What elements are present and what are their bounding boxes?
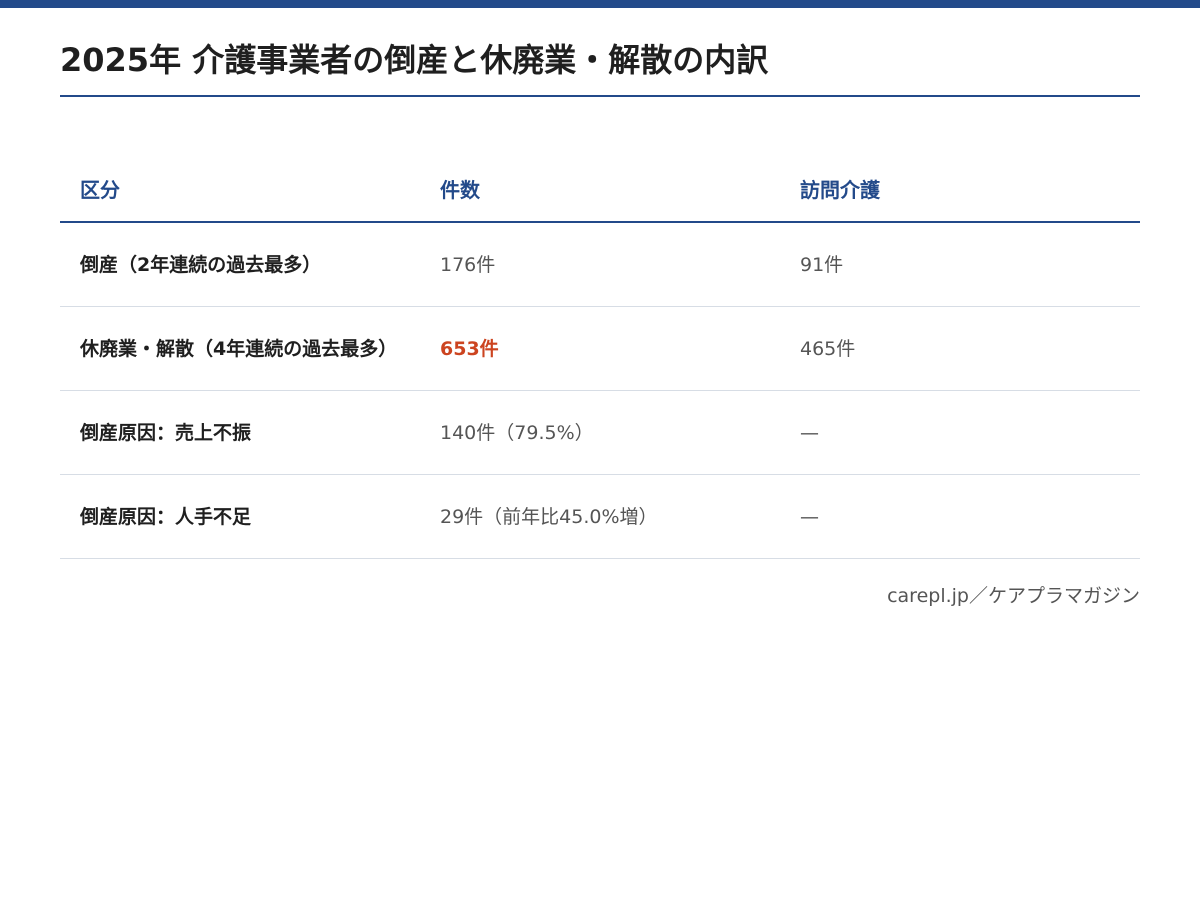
top-accent-bar (0, 0, 1200, 8)
table-header-row: 区分 件数 訪問介護 (60, 155, 1140, 223)
table-row: 倒産原因：人手不足 29件（前年比45.0%増） — (60, 474, 1140, 559)
page-title: 2025年 介護事業者の倒産と休廃業・解散の内訳 (60, 8, 1140, 97)
breakdown-table: 区分 件数 訪問介護 倒産（2年連続の過去最多） 176件 91件 休廃業・解散… (60, 155, 1140, 559)
table-row: 倒産原因：売上不振 140件（79.5%） — (60, 390, 1140, 475)
row-home-care: 465件 (780, 306, 1140, 391)
row-label: 倒産原因：売上不振 (60, 390, 420, 475)
row-count: 140件（79.5%） (420, 390, 780, 475)
row-home-care: — (780, 474, 1140, 559)
column-header-count: 件数 (420, 155, 780, 223)
row-label: 倒産原因：人手不足 (60, 474, 420, 559)
row-home-care: — (780, 390, 1140, 475)
row-count-highlighted: 653件 (420, 306, 780, 391)
table-row: 倒産（2年連続の過去最多） 176件 91件 (60, 222, 1140, 307)
row-home-care: 91件 (780, 222, 1140, 307)
table-row: 休廃業・解散（4年連続の過去最多） 653件 465件 (60, 306, 1140, 391)
row-label: 休廃業・解散（4年連続の過去最多） (60, 306, 420, 391)
row-count: 176件 (420, 222, 780, 307)
source-credit: carepl.jp／ケアプラマガジン (887, 585, 1140, 607)
content: 2025年 介護事業者の倒産と休廃業・解散の内訳 区分 件数 訪問介護 倒産（2… (60, 8, 1140, 608)
column-header-category: 区分 (60, 155, 420, 223)
row-count: 29件（前年比45.0%増） (420, 474, 780, 559)
row-label: 倒産（2年連続の過去最多） (60, 222, 420, 307)
column-header-home-care: 訪問介護 (780, 155, 1140, 223)
